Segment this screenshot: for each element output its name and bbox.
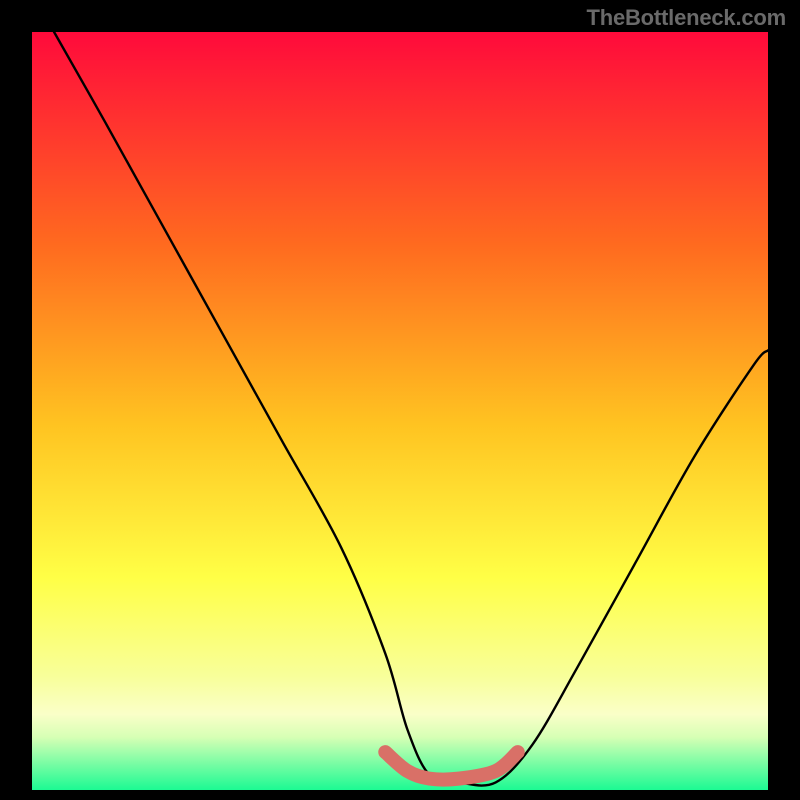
watermark-text: TheBottleneck.com: [586, 5, 786, 31]
bottleneck-chart: [0, 0, 800, 800]
chart-frame: TheBottleneck.com: [0, 0, 800, 800]
gradient-background: [32, 32, 768, 790]
